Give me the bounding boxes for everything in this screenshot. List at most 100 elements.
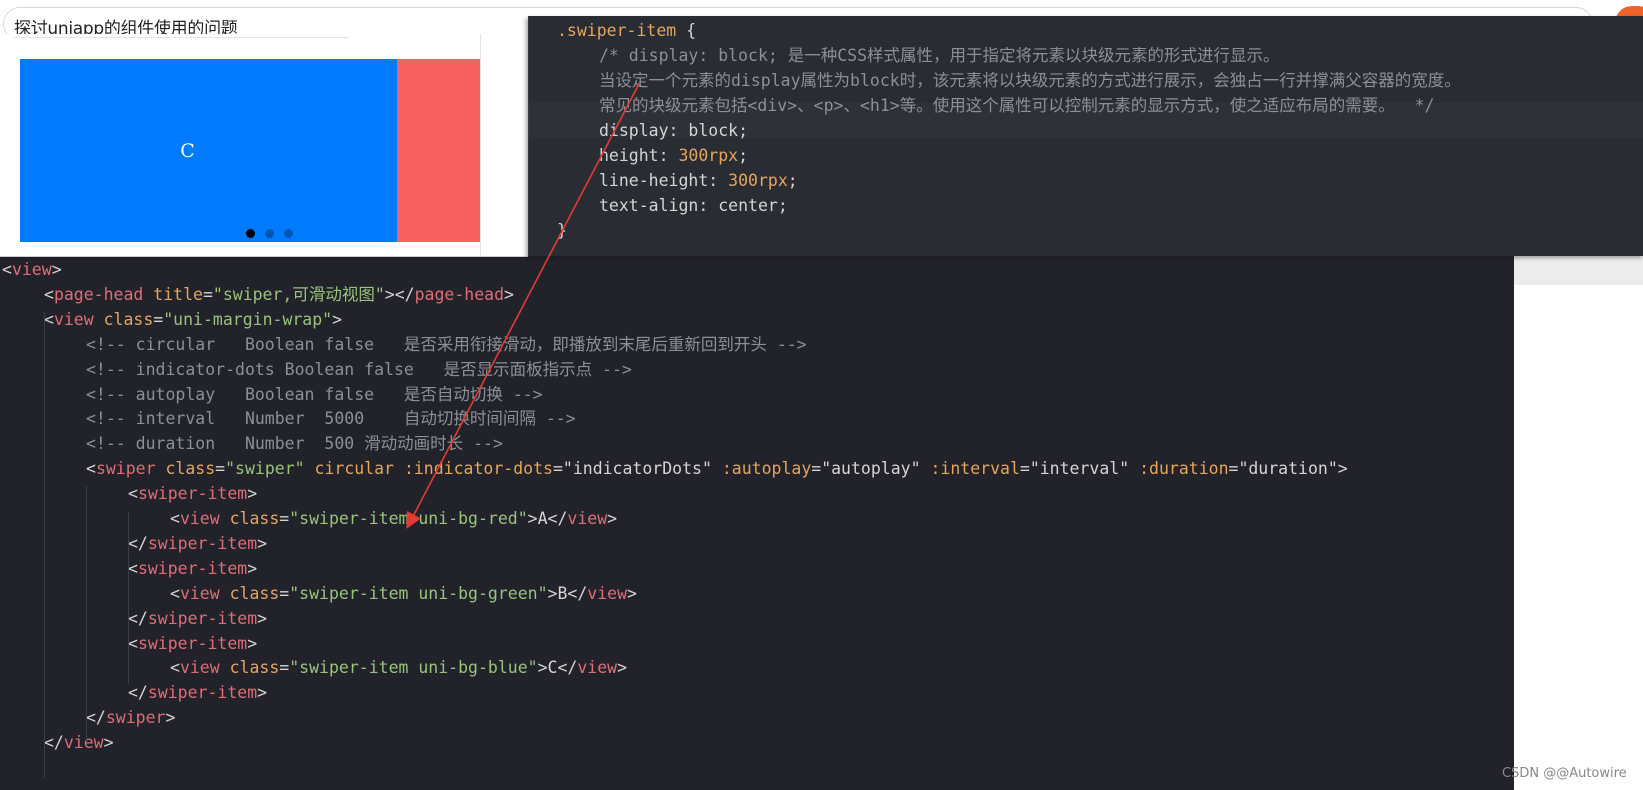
code-editor[interactable]: <view> <page-head title="swiper,可滑动视图"></…	[0, 256, 1514, 790]
code-line: <!-- autoplay Boolean false 是否自动切换 -->	[86, 382, 543, 408]
code-token: "swiper-item uni-bg-red"	[289, 509, 528, 528]
code-line: display: block;	[599, 118, 748, 144]
code-token: swiper-item	[137, 633, 248, 653]
swiper-slide-c[interactable]: C	[20, 59, 397, 242]
code-token: <	[170, 583, 180, 603]
indicator-dot[interactable]	[284, 229, 293, 238]
code-token: =	[202, 284, 213, 304]
code-token: >	[1337, 459, 1348, 479]
code-token: height	[599, 146, 659, 165]
code-line: height: 300rpx;	[599, 143, 748, 169]
code-token: center	[718, 196, 778, 215]
code-token: line-height	[599, 171, 709, 190]
code-token: :	[698, 196, 719, 215]
code-token: <	[170, 509, 180, 528]
code-line: <!-- circular Boolean false 是否采用衔接滑动，即播放…	[86, 332, 807, 358]
preview-divider	[480, 34, 481, 256]
code-token: >B</	[547, 583, 588, 603]
code-token: =	[279, 658, 290, 678]
swiper-preview-panel: C	[0, 34, 528, 257]
code-token: >	[607, 509, 618, 528]
code-token: </	[44, 733, 64, 753]
code-token: view	[587, 583, 628, 603]
code-line: <view class="swiper-item uni-bg-red">A</…	[170, 506, 617, 532]
code-token: "autoplay"	[821, 459, 921, 479]
code-line: /* display: block; 是一种CSS样式属性，用于指定将元素以块级…	[599, 43, 1280, 69]
code-token: =	[811, 459, 822, 479]
code-token: :	[658, 146, 679, 165]
code-line: <view class="uni-margin-wrap">	[44, 307, 342, 333]
code-token: class	[229, 583, 280, 603]
code-token: =	[1228, 459, 1239, 479]
code-line: <view>	[2, 257, 62, 283]
code-token: text-align	[599, 196, 699, 215]
code-token: </	[128, 533, 148, 553]
code-token: =	[1019, 459, 1030, 479]
swiper-slide-next[interactable]	[397, 59, 480, 242]
code-token: "swiper"	[225, 459, 305, 479]
code-token: =	[552, 459, 563, 479]
code-token: 300rpx	[678, 146, 739, 165]
indent-guide	[128, 512, 129, 684]
code-token: <	[44, 309, 54, 329]
code-line: <swiper class="swiper" circular :indicat…	[86, 456, 1348, 482]
code-token: display	[599, 121, 669, 140]
code-token: ;	[787, 171, 798, 190]
code-token: 常见的块级元素包括<div>、<p>、<h1>等。使用这个属性可以控制元素的显示…	[599, 96, 1435, 115]
code-token: "interval"	[1029, 459, 1130, 479]
code-token: :	[708, 171, 729, 190]
indicator-dot[interactable]	[246, 229, 255, 238]
code-token: page-head	[414, 284, 505, 304]
code-line: <swiper-item>	[128, 631, 257, 657]
code-token: 当设定一个元素的display属性为block时，该元素将以块级元素的方式进行展…	[599, 71, 1461, 90]
code-token: <!-- duration Number 500 滑动动画时长 -->	[86, 434, 503, 454]
code-token: <	[2, 260, 12, 279]
code-token: </	[128, 608, 148, 628]
code-line: <!-- indicator-dots Boolean false 是否显示面板…	[86, 357, 632, 383]
code-token: block	[688, 121, 739, 140]
code-token: >	[103, 733, 114, 753]
code-line: <swiper-item>	[128, 481, 257, 507]
code-token: <	[128, 484, 138, 504]
indicator-dots[interactable]	[246, 229, 293, 239]
code-token: <!-- circular Boolean false 是否采用衔接滑动，即播放…	[86, 334, 807, 354]
code-line: </swiper-item>	[128, 531, 267, 557]
code-token: :interval	[930, 459, 1020, 479]
code-token: >	[257, 533, 268, 553]
css-peek-popup[interactable]: .swiper-item { /* display: block; 是一种CSS样…	[528, 16, 1643, 256]
code-token: ;	[777, 196, 788, 215]
code-token: >	[504, 284, 514, 304]
code-token: /* display: block; 是一种CSS样式属性，用于指定将元素以块级…	[599, 46, 1280, 65]
code-line: .swiper-item {	[557, 18, 696, 44]
code-token: >	[247, 558, 258, 578]
indicator-dot[interactable]	[265, 229, 274, 238]
code-token: "swiper,可滑动视图"	[212, 284, 385, 304]
preview-top-line	[14, 37, 349, 38]
code-token: :autoplay	[721, 459, 812, 479]
code-token: <	[128, 633, 138, 653]
code-token: >	[165, 708, 176, 728]
code-line: 当设定一个元素的display属性为block时，该元素将以块级元素的方式进行展…	[599, 68, 1461, 94]
code-line: text-align: center;	[599, 193, 788, 219]
code-line: }	[557, 218, 567, 244]
code-token: .swiper-item	[557, 21, 677, 40]
code-token: </	[86, 708, 106, 728]
indent-guide	[86, 486, 87, 742]
code-token: ;	[738, 146, 749, 165]
code-line: </swiper-item>	[128, 680, 267, 706]
code-token: view	[63, 733, 104, 753]
code-token: <	[44, 284, 54, 304]
code-token: circular	[314, 459, 394, 479]
code-token: =	[279, 583, 290, 603]
code-token: swiper-item	[147, 683, 258, 703]
code-token: "indicatorDots"	[562, 459, 712, 479]
slide-letter: C	[180, 139, 195, 162]
code-token: >	[332, 309, 343, 329]
code-token: swiper-item	[137, 558, 248, 578]
code-token: :duration	[1139, 459, 1229, 479]
code-token: :	[668, 121, 689, 140]
code-token: class	[229, 658, 280, 678]
code-token: =	[215, 459, 226, 479]
